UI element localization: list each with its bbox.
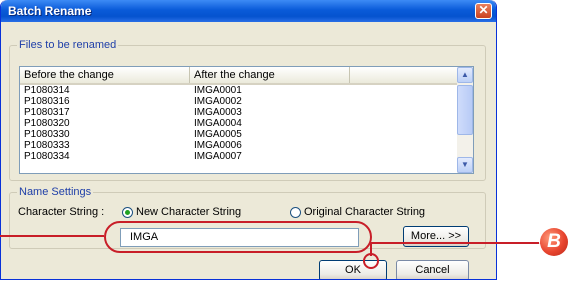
close-icon[interactable]: ✕ <box>475 3 492 19</box>
radio-selected-dot <box>125 210 130 215</box>
table-row[interactable]: P1080333 IMGA0006 <box>20 140 458 151</box>
name-settings-legend: Name Settings <box>17 186 94 198</box>
callout-ring-input <box>104 221 372 253</box>
radio-original-label[interactable]: Original Character String <box>304 206 425 218</box>
callout-badge-b: B <box>540 228 568 256</box>
file-list[interactable]: Before the change After the change P1080… <box>19 66 474 174</box>
cancel-button[interactable]: Cancel <box>396 260 469 279</box>
table-row[interactable]: P1080330 IMGA0005 <box>20 129 458 140</box>
after-name: IMGA0007 <box>194 151 242 162</box>
list-rows: P1080314 IMGA0001 P1080316 IMGA0002 P108… <box>20 85 458 162</box>
before-name: P1080316 <box>24 96 70 107</box>
column-header-after[interactable]: After the change <box>190 67 350 83</box>
radio-original-character-string[interactable] <box>290 207 301 218</box>
callout-line-b <box>370 242 542 244</box>
after-name: IMGA0003 <box>194 107 242 118</box>
after-name: IMGA0004 <box>194 118 242 129</box>
window-title: Batch Rename <box>8 4 92 18</box>
table-row[interactable]: P1080317 IMGA0003 <box>20 107 458 118</box>
after-name: IMGA0005 <box>194 129 242 140</box>
callout-line-b-vertical <box>370 242 372 256</box>
radio-new-character-string[interactable] <box>122 207 133 218</box>
before-name: P1080330 <box>24 129 70 140</box>
after-name: IMGA0001 <box>194 85 242 96</box>
column-header-filler <box>350 67 458 83</box>
radio-new-label[interactable]: New Character String <box>136 206 241 218</box>
table-row[interactable]: P1080320 IMGA0004 <box>20 118 458 129</box>
callout-line-a <box>0 235 104 237</box>
files-group: Files to be renamed Before the change Af… <box>9 39 486 181</box>
chevron-up-icon[interactable]: ▲ <box>457 67 473 83</box>
after-name: IMGA0006 <box>194 140 242 151</box>
list-header: Before the change After the change <box>20 67 458 85</box>
column-header-before[interactable]: Before the change <box>20 67 190 83</box>
before-name: P1080333 <box>24 140 70 151</box>
before-name: P1080334 <box>24 151 70 162</box>
scrollbar-thumb[interactable] <box>457 85 473 135</box>
table-row[interactable]: P1080334 IMGA0007 <box>20 151 458 162</box>
chevron-down-icon[interactable]: ▼ <box>457 157 473 173</box>
title-bar[interactable]: Batch Rename ✕ <box>1 0 496 22</box>
list-scrollbar[interactable]: ▲ ▼ <box>457 67 473 173</box>
before-name: P1080320 <box>24 118 70 129</box>
table-row[interactable]: P1080314 IMGA0001 <box>20 85 458 96</box>
before-name: P1080317 <box>24 107 70 118</box>
before-name: P1080314 <box>24 85 70 96</box>
table-row[interactable]: P1080316 IMGA0002 <box>20 96 458 107</box>
after-name: IMGA0002 <box>194 96 242 107</box>
files-group-legend: Files to be renamed <box>17 39 119 51</box>
character-string-label: Character String : <box>18 206 105 218</box>
